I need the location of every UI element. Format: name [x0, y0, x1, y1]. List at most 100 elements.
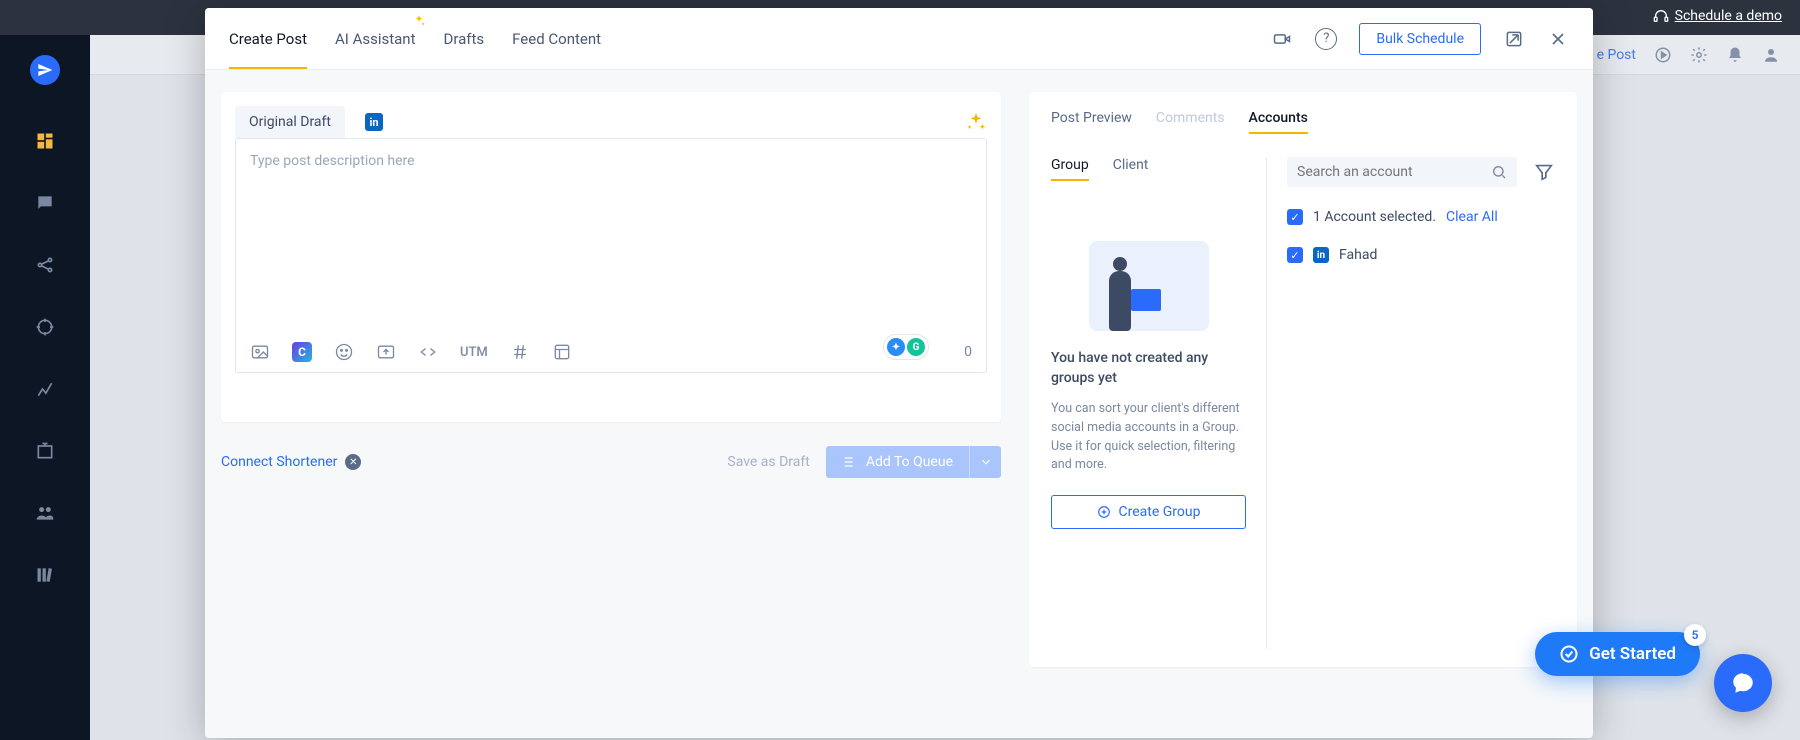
app-logo[interactable]	[30, 55, 60, 85]
chat-icon	[1730, 670, 1756, 696]
headset-icon	[1653, 8, 1669, 24]
sparkle-icon	[412, 14, 426, 28]
library-icon	[35, 565, 55, 585]
template-icon[interactable]	[552, 342, 572, 362]
tab-create-post[interactable]: Create Post	[229, 8, 307, 69]
share-icon	[35, 255, 55, 275]
save-as-draft-button[interactable]: Save as Draft	[727, 454, 809, 470]
close-icon[interactable]	[1547, 28, 1569, 50]
comment-icon	[35, 193, 55, 213]
nav-target[interactable]	[29, 311, 61, 343]
dashboard-icon	[35, 131, 55, 151]
get-started-button[interactable]: Get Started 5	[1535, 632, 1700, 676]
paper-plane-icon	[37, 62, 53, 78]
account-search-box[interactable]	[1287, 157, 1517, 187]
selected-summary: ✓ 1 Account selected. Clear All	[1287, 209, 1555, 225]
chat-bubble-button[interactable]	[1714, 654, 1772, 712]
create-group-button[interactable]: Create Group	[1051, 495, 1246, 529]
hashtag-icon[interactable]	[510, 342, 530, 362]
emoji-icon[interactable]	[334, 342, 354, 362]
modal-header: Create Post AI Assistant Drafts Feed Con…	[205, 8, 1593, 70]
account-checkbox[interactable]: ✓	[1287, 247, 1303, 263]
grammarly-icon[interactable]: G	[907, 338, 925, 356]
target-icon	[35, 317, 55, 337]
right-pane-body: Group Client You have not created any gr…	[1051, 157, 1555, 649]
compose-toolbar: C UTM 0	[236, 331, 986, 372]
utm-button[interactable]: UTM	[460, 342, 488, 362]
empty-groups-body: You can sort your client's different soc…	[1051, 400, 1246, 475]
tab-drafts[interactable]: Drafts	[444, 8, 485, 69]
inbox-icon	[35, 441, 55, 461]
nav-comments[interactable]	[29, 187, 61, 219]
composer-pane: Original Draft in Type post description …	[221, 92, 1001, 422]
composer-column: Original Draft in Type post description …	[221, 92, 1001, 716]
image-upload-icon[interactable]	[376, 342, 396, 362]
composer-actions: Connect Shortener ✕ Save as Draft Add To…	[221, 446, 1001, 478]
queue-caret[interactable]	[969, 446, 1001, 478]
account-row[interactable]: ✓ in Fahad	[1287, 247, 1555, 263]
account-name: Fahad	[1339, 247, 1377, 263]
analytics-icon	[35, 379, 55, 399]
get-started-badge: 5	[1684, 624, 1706, 646]
external-icon[interactable]	[1503, 28, 1525, 50]
tab-group[interactable]: Group	[1051, 157, 1089, 181]
modal-body: Original Draft in Type post description …	[205, 70, 1593, 738]
add-to-queue-button[interactable]: Add To Queue	[826, 446, 1001, 478]
compose-area: Type post description here ✦ G C UTM	[235, 138, 987, 373]
linkedin-variant-chip[interactable]: in	[365, 113, 383, 131]
canva-icon[interactable]: C	[292, 342, 312, 362]
groups-column: Group Client You have not created any gr…	[1051, 157, 1266, 649]
empty-groups-title: You have not created any groups yet	[1051, 349, 1246, 388]
schedule-demo-link[interactable]: Schedule a demo	[1653, 8, 1782, 24]
queue-main[interactable]: Add To Queue	[826, 446, 969, 478]
modal-tabs: Create Post AI Assistant Drafts Feed Con…	[229, 8, 601, 69]
assist-dot-1[interactable]: ✦	[887, 338, 905, 356]
char-counter: 0	[964, 344, 972, 360]
group-client-tabs: Group Client	[1051, 157, 1246, 181]
tab-accounts[interactable]: Accounts	[1249, 110, 1308, 134]
connect-shortener-link[interactable]: Connect Shortener ✕	[221, 454, 361, 470]
right-pane: Post Preview Comments Accounts Group Cli…	[1029, 92, 1577, 667]
account-search-input[interactable]	[1297, 164, 1491, 180]
account-search-row	[1287, 157, 1555, 187]
nav-analytics[interactable]	[29, 373, 61, 405]
select-all-checkbox[interactable]: ✓	[1287, 209, 1303, 225]
post-description-input[interactable]: Type post description here	[236, 139, 986, 331]
selected-count-text: 1 Account selected.	[1313, 209, 1436, 225]
linkedin-icon: in	[1313, 247, 1329, 263]
tab-feed-content[interactable]: Feed Content	[512, 8, 601, 69]
shortener-remove-icon[interactable]: ✕	[345, 454, 361, 470]
left-sidebar	[0, 35, 90, 740]
bulk-schedule-button[interactable]: Bulk Schedule	[1359, 23, 1481, 55]
accounts-column: ✓ 1 Account selected. Clear All ✓ in Fah…	[1266, 157, 1555, 649]
ai-sparkle-icon[interactable]	[965, 111, 987, 133]
nav-dashboard[interactable]	[29, 125, 61, 157]
create-post-modal: Create Post AI Assistant Drafts Feed Con…	[205, 8, 1593, 738]
video-icon[interactable]	[1271, 28, 1293, 50]
plus-circle-icon	[1097, 505, 1111, 519]
tab-post-preview[interactable]: Post Preview	[1051, 110, 1132, 134]
filter-icon[interactable]	[1533, 161, 1555, 183]
right-pane-tabs: Post Preview Comments Accounts	[1051, 110, 1555, 135]
team-icon	[35, 503, 55, 523]
nav-library[interactable]	[29, 559, 61, 591]
empty-groups-illustration	[1089, 241, 1209, 331]
composer-variant-tabs: Original Draft in	[235, 106, 987, 138]
tab-ai-assistant[interactable]: AI Assistant	[335, 8, 416, 69]
queue-icon	[842, 454, 858, 470]
modal-header-actions: ? Bulk Schedule	[1271, 23, 1569, 55]
compose-assist-pills: ✦ G	[883, 334, 929, 360]
nav-team[interactable]	[29, 497, 61, 529]
tab-original-draft[interactable]: Original Draft	[235, 106, 345, 138]
help-icon[interactable]: ?	[1315, 28, 1337, 50]
check-circle-icon	[1559, 644, 1579, 664]
chevron-down-icon	[979, 455, 993, 469]
tab-comments-right[interactable]: Comments	[1156, 110, 1225, 134]
search-icon	[1491, 164, 1507, 180]
code-icon[interactable]	[418, 342, 438, 362]
nav-share[interactable]	[29, 249, 61, 281]
nav-inbox[interactable]	[29, 435, 61, 467]
media-icon[interactable]	[250, 342, 270, 362]
tab-client[interactable]: Client	[1113, 157, 1149, 181]
clear-all-link[interactable]: Clear All	[1446, 209, 1498, 225]
